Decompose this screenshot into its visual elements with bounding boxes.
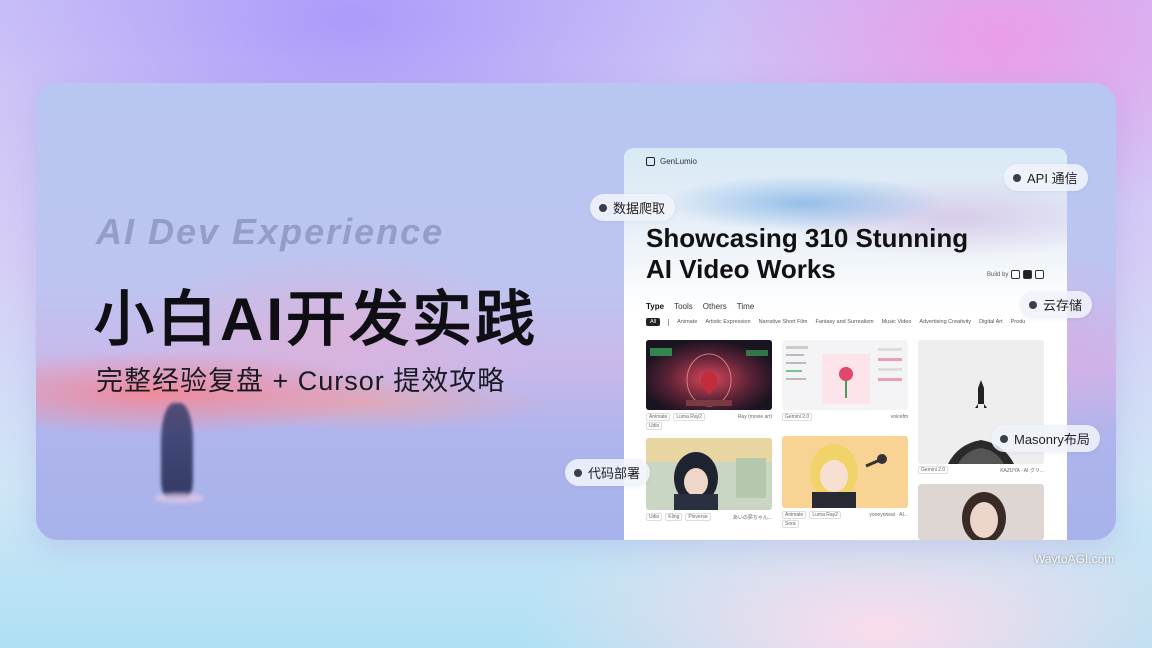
callout-deploy-label: 代码部署: [588, 466, 641, 481]
tab-time[interactable]: Time: [737, 302, 754, 311]
tag[interactable]: Animate: [646, 413, 671, 421]
cursor-logo-icon[interactable]: [1023, 270, 1033, 279]
tag[interactable]: Udio: [646, 513, 663, 521]
video-card[interactable]: Gemini 2.0 KAZUYA · AI クリ...: [918, 340, 1044, 476]
category-chips: All Animate Artistic Expression Narrativ…: [646, 318, 1066, 326]
tool-logo-icon[interactable]: [1035, 270, 1045, 279]
tag[interactable]: Pixverse: [685, 513, 711, 521]
callout-api-label: API 通信: [1027, 171, 1078, 186]
chip-artistic-expression[interactable]: Artistic Expression: [705, 319, 750, 325]
showcase-title-line2: AI Video Works: [646, 254, 836, 284]
video-thumbnail: [782, 340, 908, 410]
build-by-label: Build by: [987, 271, 1009, 278]
tab-tools[interactable]: Tools: [674, 302, 693, 311]
card-meta-row2: Udio: [646, 422, 772, 430]
tag[interactable]: Animate: [782, 511, 807, 519]
card-meta-row2: Sora: [782, 520, 908, 528]
video-card[interactable]: Udio Kling Pixverse あいの夢ちゃん...: [646, 438, 772, 528]
callout-crawl: 数据爬取: [590, 194, 676, 221]
filter-tabs: Type Tools Others Time: [646, 302, 754, 311]
card-meta: Gemini 2.0 KAZUYA · AI クリ...: [918, 466, 1044, 474]
callout-crawl-label: 数据爬取: [613, 201, 666, 216]
callout-storage: 云存储: [1020, 291, 1093, 318]
video-card[interactable]: Animate Luma Ray2 Ray (movie art) Udio: [646, 340, 772, 430]
tag[interactable]: Gemini 2.0: [918, 466, 949, 474]
brand-logo-icon: [646, 157, 655, 166]
tag[interactable]: Luma Ray2: [673, 413, 705, 421]
card-author: KAZUYA · AI クリ...: [1000, 467, 1044, 474]
chip-animate[interactable]: Animate: [677, 319, 697, 325]
bullet-dot-icon: [1000, 434, 1008, 443]
builder-avatar-icon[interactable]: [1011, 270, 1021, 279]
card-meta: Animate Luma Ray2 yoneyoneai · AI...: [782, 511, 908, 519]
chip-fantasy-surrealism[interactable]: Fantasy and Surrealism: [815, 319, 873, 325]
showcase-title-line1: Showcasing 310 Stunning: [646, 223, 969, 253]
tag[interactable]: Sora: [782, 520, 799, 528]
video-thumbnail: [646, 438, 772, 510]
chip-produ[interactable]: Produ: [1011, 319, 1026, 325]
callout-deploy: 代码部署: [565, 459, 651, 486]
card-author: あいの夢ちゃん...: [732, 514, 772, 521]
standing-figure: [161, 403, 193, 498]
app-brand[interactable]: GenLumio: [646, 157, 697, 166]
banner-eyebrow: AI Dev Experience: [96, 211, 445, 252]
card-author: voicefm: [890, 414, 908, 420]
card-meta: Gemini 2.0 voicefm: [782, 413, 908, 421]
bullet-dot-icon: [1029, 300, 1037, 309]
banner-title: 小白AI开发实践: [94, 286, 538, 353]
card-meta: Animate Luma Ray2 Ray (movie art): [646, 413, 772, 421]
chip-music-video[interactable]: Music Video: [882, 319, 912, 325]
card-meta: Udio Kling Pixverse あいの夢ちゃん...: [646, 513, 772, 521]
chip-divider: [668, 318, 670, 326]
tag[interactable]: Kling: [665, 513, 683, 521]
figure-shadow: [154, 493, 204, 503]
brand-name: GenLumio: [660, 157, 697, 166]
callout-storage-label: 云存储: [1043, 298, 1083, 313]
tag[interactable]: Gemini 2.0: [782, 413, 813, 421]
tab-others[interactable]: Others: [703, 302, 727, 311]
app-screenshot: GenLumio Showcasing 310 Stunning AI Vide…: [624, 148, 1067, 540]
bullet-dot-icon: [599, 203, 607, 212]
video-card[interactable]: Animate Luma Ray2 yoneyoneai · AI... Sor…: [782, 436, 908, 528]
tab-type[interactable]: Type: [646, 302, 664, 311]
chip-all[interactable]: All: [646, 318, 661, 326]
card-author: Ray (movie art): [737, 414, 772, 420]
chip-advertising-creativity[interactable]: Advertising Creativity: [919, 319, 971, 325]
watermark: WaytoAGI.com: [1034, 552, 1115, 566]
chip-narrative-short-film[interactable]: Narrative Short Film: [759, 319, 808, 325]
bullet-dot-icon: [1013, 173, 1021, 182]
chip-digital-art[interactable]: Digital Art: [979, 319, 1003, 325]
video-thumbnail: [918, 484, 1044, 540]
callout-api: API 通信: [1004, 164, 1088, 191]
video-card[interactable]: [918, 484, 1044, 540]
banner-subtitle: 完整经验复盘 + Cursor 提效攻略: [96, 366, 506, 396]
tag[interactable]: Udio: [646, 422, 663, 430]
video-thumbnail: [646, 340, 772, 410]
video-card[interactable]: Gemini 2.0 voicefm: [782, 340, 908, 430]
callout-masonry-label: Masonry布局: [1014, 432, 1090, 447]
showcase-title: Showcasing 310 Stunning AI Video Works: [646, 223, 968, 285]
build-by: Build by: [987, 270, 1045, 279]
video-thumbnail: [782, 436, 908, 508]
callout-masonry: Masonry布局: [991, 425, 1100, 452]
card-author: yoneyoneai · AI...: [869, 512, 908, 518]
bullet-dot-icon: [574, 468, 582, 477]
tag[interactable]: Luma Ray2: [809, 511, 841, 519]
